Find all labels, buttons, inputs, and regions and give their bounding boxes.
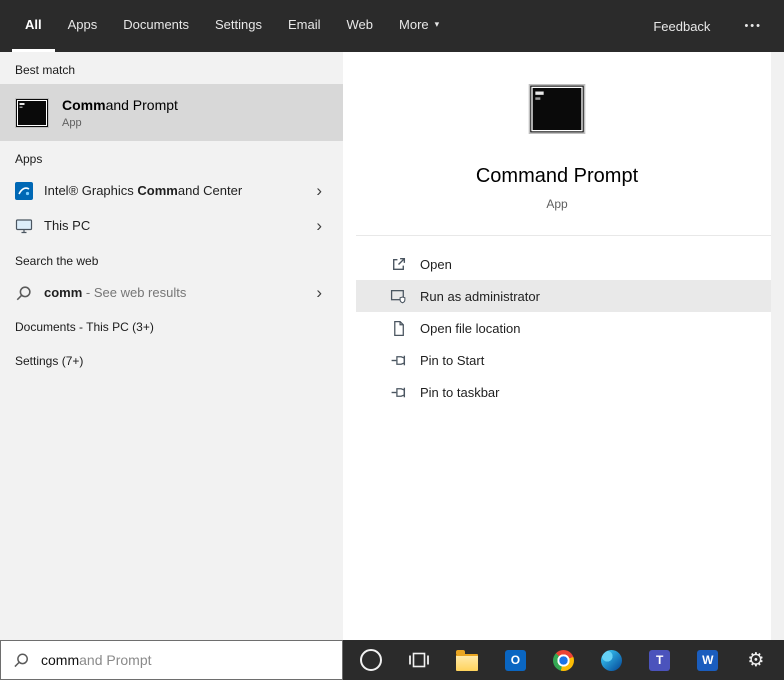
settings-gear-icon: ⚙: [747, 649, 765, 671]
feedback-button[interactable]: Feedback: [653, 19, 710, 34]
apps-header: Apps: [15, 152, 43, 166]
divider: [356, 235, 771, 236]
autocomplete-suggestion: and Prompt: [79, 652, 152, 668]
tab-all[interactable]: All: [12, 0, 55, 52]
outlook-button[interactable]: O: [493, 640, 537, 680]
tab-web-label: Web: [346, 17, 374, 32]
more-options-icon[interactable]: •••: [744, 20, 762, 32]
tab-email-label: Email: [288, 17, 321, 32]
best-match-result[interactable]: Command Prompt App: [0, 84, 343, 141]
this-pc-icon: [15, 217, 33, 235]
search-icon: [13, 652, 30, 669]
open-icon: [390, 256, 407, 273]
result-label: comm - See web results: [44, 285, 186, 300]
search-the-web-header: Search the web: [15, 254, 99, 268]
teams-button[interactable]: T: [638, 640, 682, 680]
tab-email[interactable]: Email: [275, 0, 334, 52]
tab-apps[interactable]: Apps: [55, 0, 111, 52]
preview-panel: Command Prompt App Open Run as administr…: [343, 52, 771, 640]
action-label: Pin to Start: [420, 352, 485, 368]
scrollbar[interactable]: [771, 52, 784, 640]
results-panel: Best match Command Prompt App Apps Intel…: [0, 52, 343, 640]
chrome-icon: [552, 649, 574, 671]
search-query-text: command Prompt: [41, 652, 152, 668]
result-label: Intel® Graphics Command Center: [44, 183, 242, 198]
cortana-button[interactable]: [349, 640, 393, 680]
typed-text: comm: [41, 652, 80, 668]
best-match-header: Best match: [15, 63, 76, 77]
rest-text: - See web results: [82, 285, 187, 300]
action-label: Run as administrator: [420, 288, 540, 304]
search-icon: [15, 284, 33, 302]
outlook-icon: O: [504, 649, 526, 671]
tab-web[interactable]: Web: [334, 0, 387, 52]
action-open[interactable]: Open: [356, 248, 771, 280]
documents-group-header[interactable]: Documents - This PC (3+): [0, 310, 343, 344]
tab-more[interactable]: More ▾: [386, 0, 452, 52]
preview-app-title: Command Prompt: [475, 165, 639, 187]
tab-documents[interactable]: Documents: [110, 0, 202, 52]
pin-icon: [390, 352, 407, 369]
pre-text: Intel® Graphics: [44, 183, 138, 198]
taskbar: O T W ⚙: [343, 640, 784, 680]
run-as-admin-icon: [390, 288, 407, 305]
action-pin-to-start[interactable]: Pin to Start: [356, 344, 771, 376]
pre-text: This PC: [44, 218, 91, 233]
edge-button[interactable]: [590, 640, 634, 680]
action-open-file-location[interactable]: Open file location: [356, 312, 771, 344]
intel-graphics-icon: [15, 181, 33, 200]
matched-text: Comm: [137, 183, 178, 198]
result-this-pc[interactable]: This PC ›: [0, 208, 343, 243]
command-prompt-icon-large: [528, 84, 586, 134]
matched-text: Comm: [62, 96, 106, 113]
command-prompt-icon: [15, 97, 49, 128]
search-input[interactable]: command Prompt: [0, 640, 343, 680]
action-label: Pin to taskbar: [420, 384, 500, 400]
settings-button[interactable]: ⚙: [734, 640, 778, 680]
search-filter-bar: All Apps Documents Settings Email Web Mo…: [0, 0, 784, 52]
file-explorer-icon: [456, 649, 479, 671]
result-label: This PC: [44, 218, 90, 233]
tab-more-label: More: [399, 17, 429, 32]
action-run-as-administrator[interactable]: Run as administrator: [356, 280, 771, 312]
file-explorer-button[interactable]: [445, 640, 489, 680]
teams-icon: T: [649, 649, 671, 671]
word-button[interactable]: W: [686, 640, 730, 680]
preview-app-subtitle: App: [546, 197, 568, 211]
best-match-subtitle: App: [62, 116, 82, 129]
filter-tabs: All Apps Documents Settings Email Web Mo…: [12, 0, 452, 52]
chevron-down-icon: ▾: [434, 19, 440, 29]
cortana-icon: [360, 649, 383, 671]
action-label: Open file location: [420, 320, 521, 336]
chevron-right-icon[interactable]: ›: [316, 182, 328, 199]
tab-settings-label: Settings: [215, 17, 262, 32]
matched-text: comm: [44, 285, 83, 300]
action-label: Open: [420, 256, 452, 272]
word-icon: W: [697, 649, 719, 671]
chevron-right-icon[interactable]: ›: [316, 284, 328, 301]
action-pin-to-taskbar[interactable]: Pin to taskbar: [356, 376, 771, 408]
task-view-icon: [408, 649, 430, 671]
edge-icon: [601, 649, 623, 671]
task-view-button[interactable]: [397, 640, 441, 680]
tab-apps-label: Apps: [67, 17, 98, 32]
rest-text: and Prompt: [105, 96, 178, 113]
start-search-flyout: All Apps Documents Settings Email Web Mo…: [0, 0, 784, 680]
rest-text: and Center: [177, 183, 243, 198]
chrome-button[interactable]: [541, 640, 585, 680]
result-intel-graphics-command-center[interactable]: Intel® Graphics Command Center ›: [0, 173, 343, 208]
tab-settings[interactable]: Settings: [202, 0, 275, 52]
pin-icon: [390, 384, 407, 401]
chevron-right-icon[interactable]: ›: [316, 217, 328, 234]
settings-group-header[interactable]: Settings (7+): [0, 344, 343, 378]
tab-documents-label: Documents: [123, 17, 190, 32]
best-match-title: Command Prompt: [62, 97, 178, 113]
file-location-icon: [390, 320, 407, 337]
result-web-search[interactable]: comm - See web results ›: [0, 275, 343, 310]
tab-all-label: All: [25, 17, 42, 32]
